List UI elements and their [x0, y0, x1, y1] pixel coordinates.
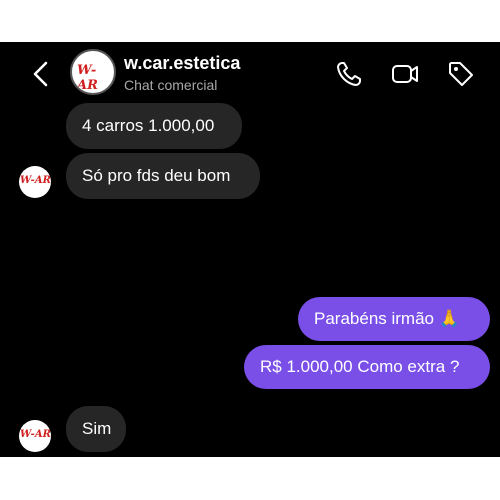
- message-outgoing[interactable]: Parabéns irmão 🙏: [298, 297, 490, 341]
- contact-name[interactable]: w.car.estetica: [124, 53, 240, 74]
- sender-avatar[interactable]: W-AR: [19, 166, 51, 198]
- message-incoming[interactable]: Só pro fds deu bom: [66, 153, 260, 199]
- chevron-left-icon[interactable]: [30, 60, 54, 88]
- message-incoming[interactable]: 4 carros 1.000,00: [66, 103, 242, 149]
- avatar-logo: W-AR: [77, 63, 98, 93]
- emoji-text: 😱 😱: [362, 216, 487, 276]
- message-text: Parabéns irmão 🙏: [314, 309, 460, 328]
- message-outgoing[interactable]: R$ 1.000,00 Como extra ?: [244, 345, 490, 389]
- message-text: Só pro fds deu bom: [82, 166, 231, 185]
- emoji-message[interactable]: 😱 😱: [362, 220, 487, 272]
- video-camera-icon[interactable]: [390, 59, 420, 89]
- tag-icon[interactable]: [446, 59, 476, 89]
- contact-subtitle: Chat comercial: [124, 77, 218, 93]
- chat-screen: W-AR w.car.estetica Chat comercial 4 car…: [0, 42, 500, 457]
- message-text: R$ 1.000,00 Como extra ?: [260, 357, 460, 376]
- phone-icon[interactable]: [334, 59, 364, 89]
- message-text: 4 carros 1.000,00: [82, 116, 215, 135]
- sender-avatar[interactable]: W-AR: [19, 420, 51, 452]
- message-text: Sim: [82, 419, 112, 438]
- avatar[interactable]: W-AR: [70, 49, 116, 95]
- message-incoming[interactable]: Sim: [66, 406, 126, 452]
